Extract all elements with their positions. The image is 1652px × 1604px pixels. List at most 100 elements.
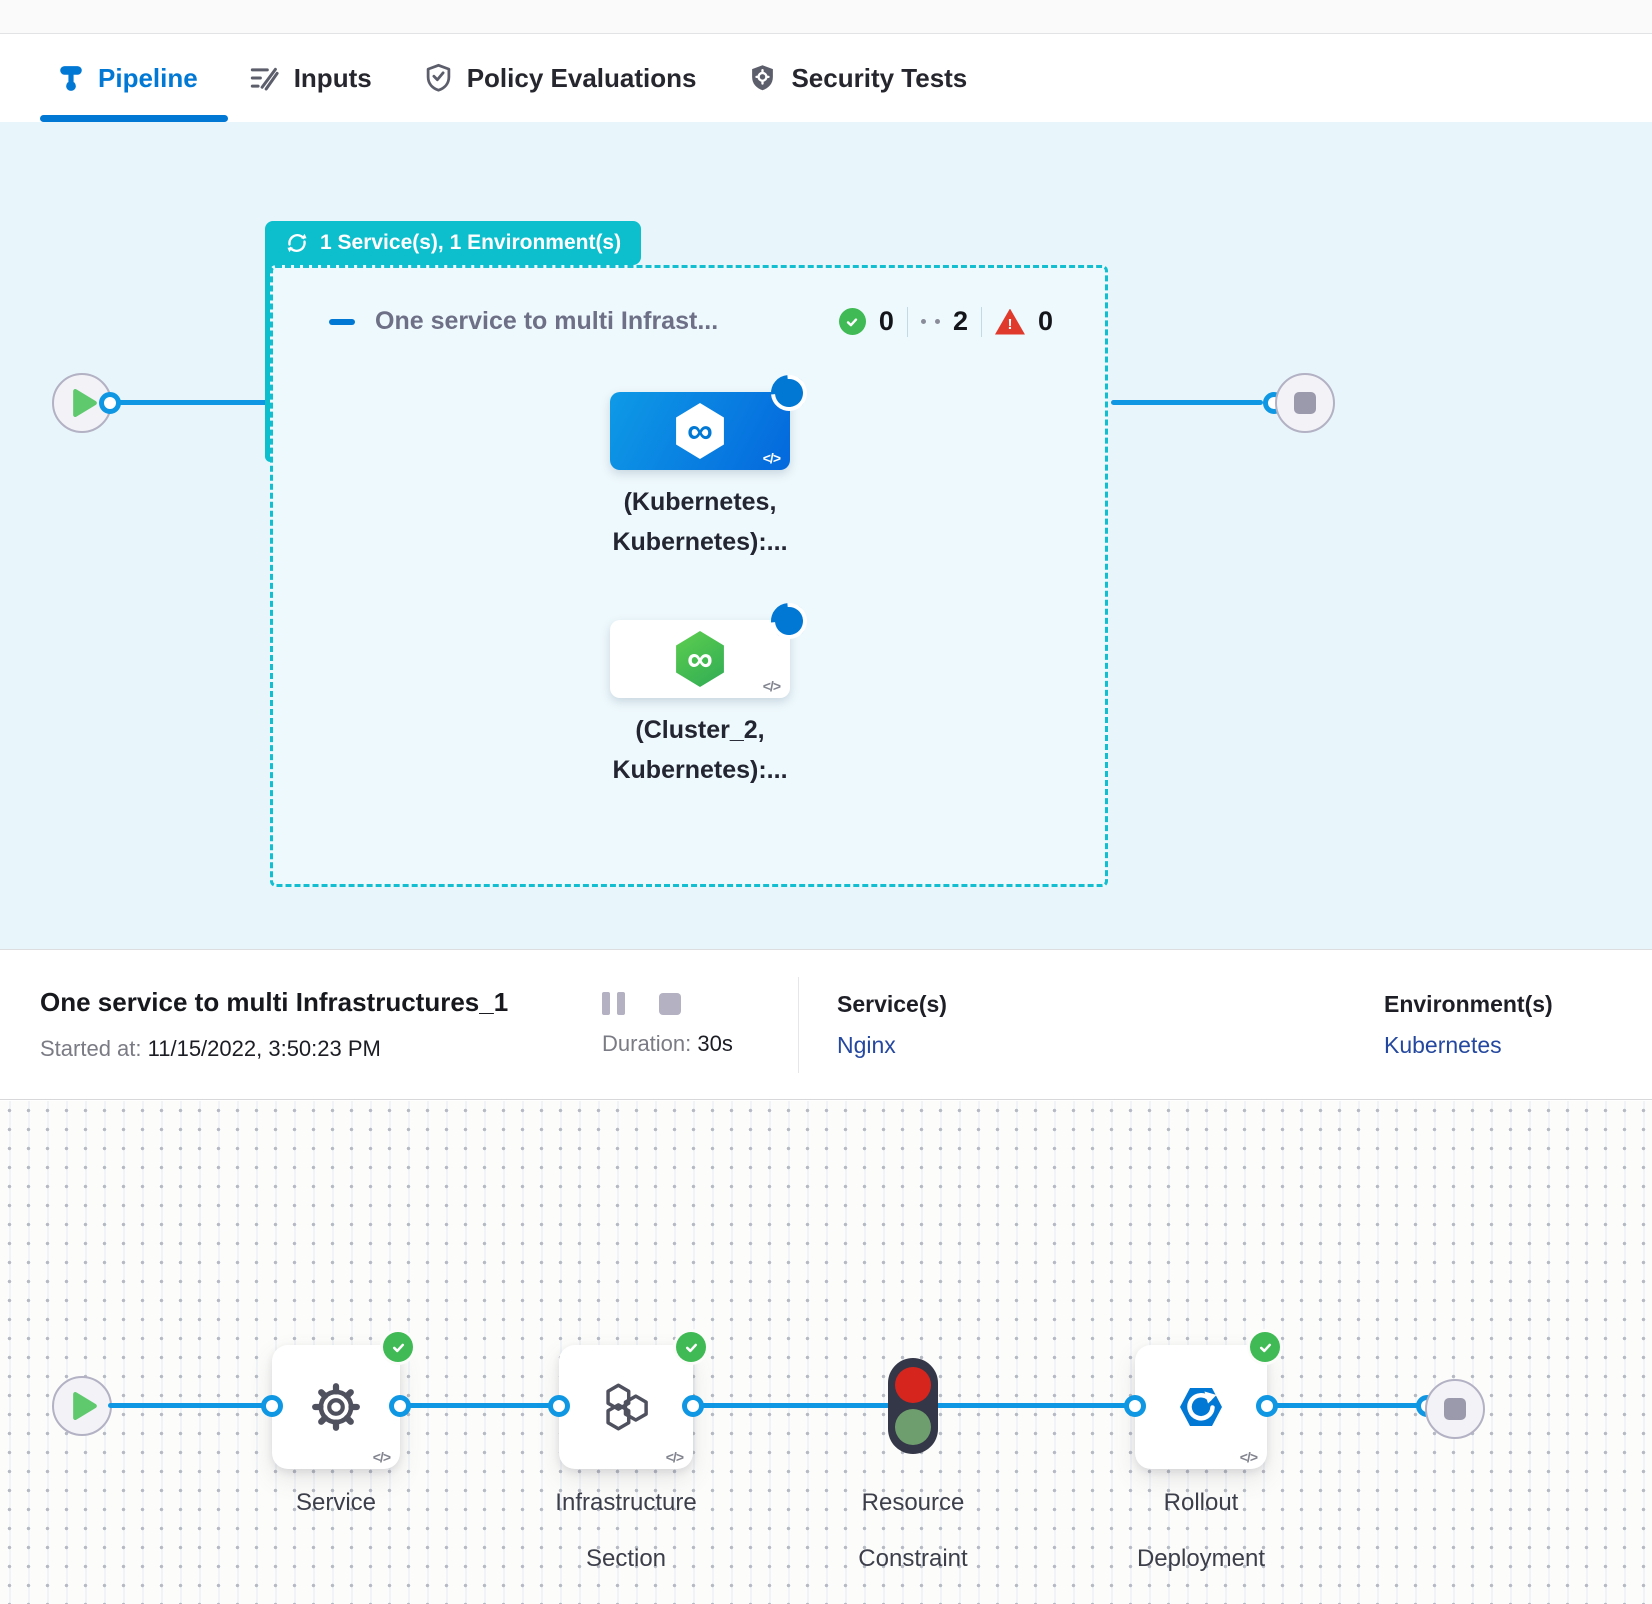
- gear-icon: [310, 1381, 362, 1433]
- edge-stage-to-end: [1111, 400, 1263, 405]
- run-started-at: Started at: 11/15/2022, 3:50:23 PM: [40, 1036, 602, 1062]
- stage-header: One service to multi Infrast... 0 2 ! 0: [329, 306, 1053, 337]
- code-icon: </>: [1240, 1449, 1257, 1465]
- matrix-node-kubernetes[interactable]: ∞ </>: [610, 392, 790, 470]
- code-icon: </>: [763, 450, 780, 466]
- stage-badge-label: 1 Service(s), 1 Environment(s): [320, 231, 621, 255]
- stage-services-badge[interactable]: 1 Service(s), 1 Environment(s): [265, 221, 641, 265]
- duration-label: Duration:: [602, 1031, 691, 1056]
- running-spinner-icon: [764, 596, 815, 647]
- tab-security-tests[interactable]: Security Tests: [748, 63, 967, 94]
- step-resource-constraint[interactable]: [888, 1358, 938, 1454]
- edge-start-to-stage: [108, 400, 270, 405]
- stage-group-container: One service to multi Infrast... 0 2 ! 0: [270, 265, 1108, 887]
- running-count: 2: [953, 306, 968, 337]
- edge-dot: [99, 392, 121, 414]
- run-summary: One service to multi Infrastructures_1 S…: [40, 987, 602, 1062]
- inputs-icon: [250, 64, 280, 92]
- harness-hexagon-icon: ∞: [674, 631, 726, 687]
- step-service[interactable]: </>: [272, 1345, 400, 1469]
- stage-end-node[interactable]: [1275, 373, 1335, 433]
- edge-dot: [682, 1395, 704, 1417]
- edge: [400, 1403, 559, 1408]
- stage-title: One service to multi Infrast...: [375, 307, 718, 336]
- tab-label: Inputs: [294, 63, 372, 94]
- edge: [936, 1403, 1135, 1408]
- running-count-icon: [921, 319, 940, 324]
- window-top-strip: [0, 0, 1652, 34]
- stage-status-summary: 0 2 ! 0: [839, 306, 1053, 337]
- execution-start-node[interactable]: [52, 1376, 112, 1436]
- stop-icon: [1444, 1398, 1466, 1420]
- matrix-node-label: (Cluster_2, Kubernetes):...: [530, 710, 870, 790]
- step-infrastructure-section[interactable]: </>: [559, 1345, 693, 1469]
- services-block: Service(s) Nginx: [837, 991, 947, 1059]
- failed-count-icon: !: [995, 309, 1025, 335]
- abort-button[interactable]: [659, 993, 681, 1015]
- traffic-green-light: [895, 1409, 931, 1445]
- step-label-infrastructure: Infrastructure Section: [476, 1475, 776, 1587]
- edge-dot: [389, 1395, 411, 1417]
- started-label: Started at:: [40, 1036, 142, 1061]
- matrix-node-cluster2[interactable]: ∞ </>: [610, 620, 790, 698]
- tab-inputs[interactable]: Inputs: [250, 63, 372, 94]
- environments-block: Environment(s) Kubernetes: [1384, 991, 1612, 1059]
- code-icon: </>: [373, 1449, 390, 1465]
- traffic-red-light: [895, 1367, 931, 1403]
- status-separator: [981, 307, 982, 337]
- active-tab-underline: [40, 115, 228, 122]
- stop-icon: [1294, 392, 1316, 414]
- loop-icon: [285, 231, 309, 255]
- edge: [1267, 1403, 1427, 1408]
- security-shield-icon: [748, 63, 777, 93]
- pipeline-execution-page: Pipeline Inputs Policy Evaluations: [0, 0, 1652, 1604]
- execution-graph-canvas: </> Service </> Infrastructure Section: [0, 1101, 1652, 1604]
- step-label-resource-constraint: Resource Constraint: [763, 1475, 1063, 1587]
- harness-hexagon-icon: ∞: [674, 403, 726, 459]
- edge-dot: [1256, 1395, 1278, 1417]
- info-divider: [798, 977, 799, 1073]
- edge-dot: [1124, 1395, 1146, 1417]
- matrix-node-label: (Kubernetes, Kubernetes):...: [530, 482, 870, 562]
- edge-dot: [261, 1395, 283, 1417]
- duration-value: 30s: [697, 1031, 732, 1056]
- stage-graph-canvas: 1 Service(s), 1 Environment(s) One servi…: [0, 122, 1652, 949]
- code-icon: </>: [666, 1449, 683, 1465]
- success-count-icon: [839, 308, 866, 335]
- run-title: One service to multi Infrastructures_1: [40, 987, 602, 1018]
- service-link-nginx[interactable]: Nginx: [837, 1032, 947, 1059]
- environments-label: Environment(s): [1384, 991, 1612, 1018]
- pause-button[interactable]: [602, 992, 625, 1015]
- edge: [693, 1403, 890, 1408]
- step-label-rollout-deployment: Rollout Deployment: [1051, 1475, 1351, 1587]
- play-icon: [72, 1392, 98, 1420]
- edge: [108, 1403, 272, 1408]
- failed-count: 0: [1038, 306, 1053, 337]
- edge-dot: [548, 1395, 570, 1417]
- tab-policy-evaluations[interactable]: Policy Evaluations: [424, 63, 697, 94]
- tab-pipeline[interactable]: Pipeline: [58, 63, 198, 94]
- execution-tabbar: Pipeline Inputs Policy Evaluations: [0, 34, 1652, 122]
- tab-label: Pipeline: [98, 63, 198, 94]
- tab-label: Policy Evaluations: [467, 63, 697, 94]
- environment-link-kubernetes[interactable]: Kubernetes: [1384, 1032, 1612, 1059]
- services-label: Service(s): [837, 991, 947, 1018]
- step-rollout-deployment[interactable]: </>: [1135, 1345, 1267, 1469]
- running-spinner-icon: [764, 368, 815, 419]
- run-info-bar: One service to multi Infrastructures_1 S…: [0, 949, 1652, 1100]
- success-check-icon: [676, 1332, 706, 1362]
- rollout-icon: [1175, 1383, 1227, 1431]
- collapse-stage-button[interactable]: [329, 319, 355, 325]
- step-label-service: Service: [186, 1475, 486, 1531]
- success-check-icon: [1250, 1332, 1280, 1362]
- run-duration: Duration: 30s: [602, 1031, 798, 1057]
- run-controls: Duration: 30s: [602, 992, 798, 1057]
- success-count: 0: [879, 306, 894, 337]
- success-check-icon: [383, 1332, 413, 1362]
- status-separator: [907, 307, 908, 337]
- code-icon: </>: [763, 678, 780, 694]
- execution-end-node[interactable]: [1425, 1379, 1485, 1439]
- hexagons-icon: [601, 1382, 651, 1432]
- pipeline-icon: [58, 64, 84, 92]
- policy-check-icon: [424, 63, 453, 93]
